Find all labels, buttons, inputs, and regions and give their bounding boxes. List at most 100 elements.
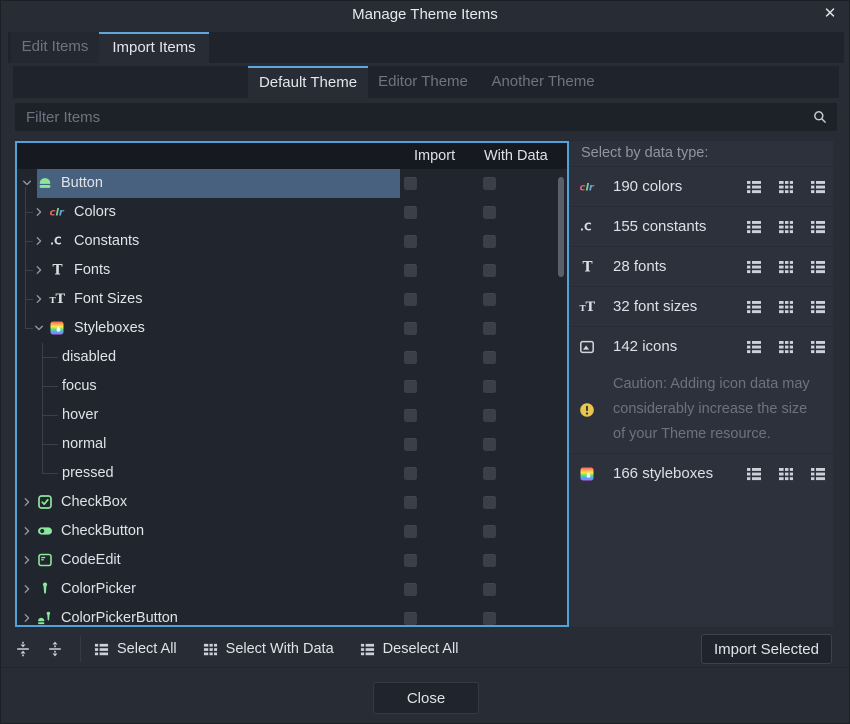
- select-with-data-column-button[interactable]: [778, 259, 794, 275]
- tree-item-button[interactable]: Button: [17, 169, 567, 198]
- import-checkbox[interactable]: [404, 525, 417, 538]
- select-all-column-button[interactable]: [746, 466, 762, 482]
- select-all-column-button[interactable]: [746, 259, 762, 275]
- filter-input[interactable]: [15, 103, 837, 131]
- tree-item-checkbox[interactable]: CheckBox: [17, 488, 567, 517]
- import-checkbox[interactable]: [404, 438, 417, 451]
- select-all-column-button[interactable]: [746, 339, 762, 355]
- select-with-data-column-button[interactable]: [778, 219, 794, 235]
- tree-item-constants[interactable]: Constants: [17, 227, 567, 256]
- chevron-right-icon[interactable]: [20, 524, 34, 538]
- tab-another-theme[interactable]: Another Theme: [478, 66, 608, 98]
- import-selected-button[interactable]: Import Selected: [701, 634, 832, 664]
- with-data-checkbox[interactable]: [483, 293, 496, 306]
- import-checkbox[interactable]: [404, 612, 417, 625]
- chevron-right-icon[interactable]: [32, 234, 46, 248]
- select-with-data-column-button[interactable]: [778, 299, 794, 315]
- theme-items-tree[interactable]: Import With Data Button Colors Constants: [15, 141, 569, 627]
- close-icon[interactable]: ✕: [820, 4, 840, 24]
- select-with-data-button[interactable]: Select With Data: [203, 641, 334, 657]
- expand-all-button[interactable]: [46, 640, 64, 658]
- chevron-right-icon[interactable]: [20, 495, 34, 509]
- deselect-column-button[interactable]: [810, 179, 826, 195]
- import-checkbox[interactable]: [404, 322, 417, 335]
- close-button[interactable]: Close: [373, 682, 479, 714]
- chevron-right-icon[interactable]: [20, 611, 34, 625]
- select-all-column-button[interactable]: [746, 299, 762, 315]
- chevron-right-icon[interactable]: [20, 553, 34, 567]
- import-checkbox[interactable]: [404, 235, 417, 248]
- tree-item-pressed[interactable]: pressed: [17, 459, 567, 488]
- select-with-data-column-button[interactable]: [778, 339, 794, 355]
- import-checkbox[interactable]: [404, 583, 417, 596]
- tree-item-colorpickerbutton[interactable]: ColorPickerButton: [17, 604, 567, 627]
- tree-item-hover[interactable]: hover: [17, 401, 567, 430]
- tab-edit-items[interactable]: Edit Items: [11, 32, 99, 63]
- select-with-data-column-button[interactable]: [778, 179, 794, 195]
- with-data-checkbox[interactable]: [483, 177, 496, 190]
- import-checkbox[interactable]: [404, 293, 417, 306]
- tab-editor-theme[interactable]: Editor Theme: [368, 66, 478, 98]
- with-data-checkbox[interactable]: [483, 322, 496, 335]
- deselect-column-button[interactable]: [810, 299, 826, 315]
- deselect-column-button[interactable]: [810, 219, 826, 235]
- deselect-all-button[interactable]: Deselect All: [360, 641, 459, 657]
- tree-scrollbar[interactable]: [558, 177, 564, 277]
- chevron-down-icon[interactable]: [20, 176, 34, 190]
- import-checkbox[interactable]: [404, 380, 417, 393]
- with-data-checkbox[interactable]: [483, 206, 496, 219]
- with-data-checkbox[interactable]: [483, 583, 496, 596]
- tree-item-fonts[interactable]: Fonts: [17, 256, 567, 285]
- tree-item-font-sizes[interactable]: Font Sizes: [17, 285, 567, 314]
- chevron-right-icon[interactable]: [20, 582, 34, 596]
- deselect-column-button[interactable]: [810, 466, 826, 482]
- select-with-data-column-button[interactable]: [778, 466, 794, 482]
- tree-item-styleboxes[interactable]: Styleboxes: [17, 314, 567, 343]
- tree-item-focus[interactable]: focus: [17, 372, 567, 401]
- with-data-checkbox[interactable]: [483, 496, 496, 509]
- select-all-column-button[interactable]: [746, 219, 762, 235]
- grid-icon: [778, 466, 794, 482]
- tree-item-checkbutton[interactable]: CheckButton: [17, 517, 567, 546]
- tree-item-colors[interactable]: Colors: [17, 198, 567, 227]
- select-all-button[interactable]: Select All: [94, 641, 177, 657]
- select-by-data-type-panel: Select by data type: 190 colors 155 cons…: [569, 141, 833, 627]
- tab-default-theme[interactable]: Default Theme: [248, 66, 368, 98]
- with-data-checkbox[interactable]: [483, 438, 496, 451]
- data-type-panel-header: Select by data type:: [569, 141, 833, 166]
- with-data-checkbox[interactable]: [483, 525, 496, 538]
- import-checkbox[interactable]: [404, 554, 417, 567]
- import-checkbox[interactable]: [404, 467, 417, 480]
- collapse-all-button[interactable]: [14, 640, 32, 658]
- constants-icon: [579, 219, 595, 235]
- grid-icon: [778, 259, 794, 275]
- import-checkbox[interactable]: [404, 409, 417, 422]
- with-data-checkbox[interactable]: [483, 351, 496, 364]
- import-checkbox[interactable]: [404, 496, 417, 509]
- tree-item-normal[interactable]: normal: [17, 430, 567, 459]
- colors-icon: [579, 179, 595, 195]
- with-data-checkbox[interactable]: [483, 264, 496, 277]
- chevron-right-icon[interactable]: [32, 292, 46, 306]
- select-all-column-button[interactable]: [746, 179, 762, 195]
- import-checkbox[interactable]: [404, 206, 417, 219]
- chevron-right-icon[interactable]: [32, 263, 46, 277]
- chevron-right-icon[interactable]: [32, 205, 46, 219]
- tree-item-disabled[interactable]: disabled: [17, 343, 567, 372]
- with-data-checkbox[interactable]: [483, 467, 496, 480]
- deselect-column-button[interactable]: [810, 259, 826, 275]
- chevron-down-icon[interactable]: [32, 321, 46, 335]
- import-checkbox[interactable]: [404, 177, 417, 190]
- data-type-row-buttons: [746, 299, 826, 315]
- with-data-checkbox[interactable]: [483, 409, 496, 422]
- with-data-checkbox[interactable]: [483, 612, 496, 625]
- import-checkbox[interactable]: [404, 351, 417, 364]
- with-data-checkbox[interactable]: [483, 554, 496, 567]
- tree-item-colorpicker[interactable]: ColorPicker: [17, 575, 567, 604]
- import-checkbox[interactable]: [404, 264, 417, 277]
- tree-item-codeedit[interactable]: CodeEdit: [17, 546, 567, 575]
- tab-import-items[interactable]: Import Items: [99, 32, 209, 63]
- deselect-column-button[interactable]: [810, 339, 826, 355]
- with-data-checkbox[interactable]: [483, 380, 496, 393]
- with-data-checkbox[interactable]: [483, 235, 496, 248]
